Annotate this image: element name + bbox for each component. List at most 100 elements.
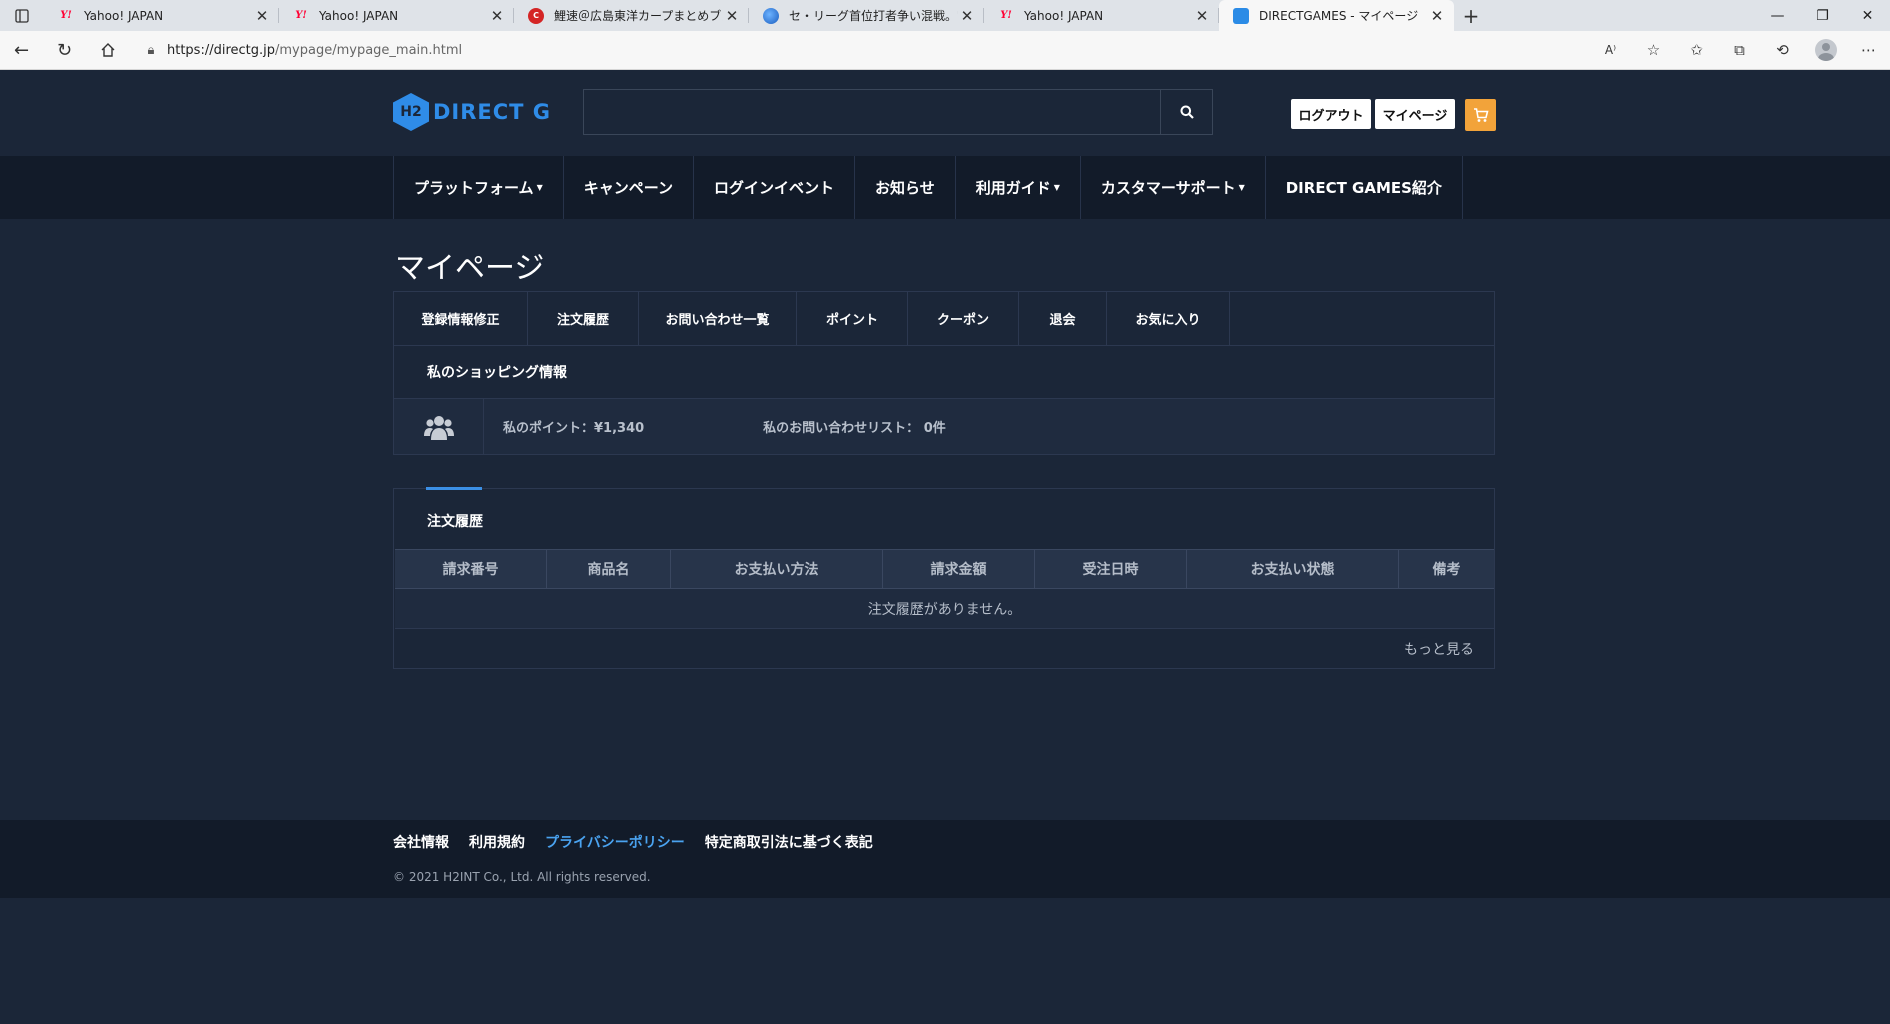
tab-favorites[interactable]: お気に入り: [1107, 292, 1230, 345]
main-nav: プラットフォーム ▼ キャンペーン ログインイベント お知らせ 利用ガイド ▼ カス…: [0, 156, 1890, 219]
footer-links: 会社情報 利用規約 プライバシーポリシー 特定商取引法に基づく表記: [393, 832, 893, 852]
nav-login-event[interactable]: ログインイベント: [692, 156, 854, 219]
nav-campaign[interactable]: キャンペーン: [562, 156, 693, 219]
tab-title: Yahoo! JAPAN: [84, 8, 164, 23]
browser-tab-bar: Y! Yahoo! JAPAN ✕ Y! Yahoo! JAPAN ✕ C 鯉速…: [0, 0, 1890, 31]
browser-tab-4[interactable]: セ・リーグ首位打者争い混戦。宮崎 ✕: [749, 0, 984, 31]
nav-guide[interactable]: 利用ガイド ▼: [954, 156, 1080, 219]
shopping-info-panel: 私のポイント：¥1,340 私のお問い合わせリスト： 0件: [393, 399, 1495, 455]
close-icon: ✕: [1861, 7, 1874, 24]
nav-label: お知らせ: [875, 179, 935, 197]
directgames-icon: [1233, 7, 1249, 24]
users-icon: [423, 415, 454, 440]
col-product-name: 商品名: [547, 550, 671, 588]
tab-inquiries[interactable]: お問い合わせ一覧: [639, 292, 797, 345]
avatar: [1814, 39, 1837, 61]
carp-icon: C: [528, 7, 544, 24]
new-tab-button[interactable]: +: [1454, 0, 1488, 31]
col-notes: 備考: [1432, 562, 1461, 578]
browser-tab-6-active[interactable]: DIRECTGAMES - マイページ ✕: [1219, 0, 1454, 31]
close-icon[interactable]: ✕: [488, 7, 506, 25]
tab-title: Yahoo! JAPAN: [1024, 8, 1104, 23]
search-box: [583, 89, 1213, 135]
search-input[interactable]: [584, 90, 1160, 134]
close-icon[interactable]: ✕: [1193, 7, 1211, 25]
home-button[interactable]: [86, 31, 129, 70]
more-menu-button[interactable]: ⋯: [1847, 31, 1890, 70]
tab-profile-edit[interactable]: 登録情報修正: [394, 292, 528, 345]
lock-icon: 🔒︎: [147, 42, 155, 58]
nav-support[interactable]: カスタマーサポート ▼: [1079, 156, 1265, 219]
col-invoice-number: 請求番号: [395, 550, 547, 588]
history-icon: ⟲: [1776, 41, 1789, 59]
nav-label: キャンペーン: [583, 179, 673, 197]
footer-link-privacy[interactable]: プライバシーポリシー: [545, 832, 685, 852]
footer-link-company[interactable]: 会社情報: [393, 832, 449, 852]
nav-label: 利用ガイド: [975, 179, 1051, 197]
minimize-button[interactable]: —: [1755, 0, 1800, 31]
tab-order-history[interactable]: 注文履歴: [528, 292, 639, 345]
more-row: もっと見る: [395, 629, 1494, 668]
site-logo[interactable]: H2 DIRECT G: [393, 93, 551, 131]
history-button[interactable]: ⟲: [1761, 31, 1804, 70]
nav-label: プラットフォーム: [414, 179, 534, 197]
logout-button[interactable]: ログアウト: [1291, 99, 1371, 129]
tab-points[interactable]: ポイント: [797, 292, 908, 345]
search-button[interactable]: [1160, 90, 1212, 134]
nav-platform[interactable]: プラットフォーム ▼: [393, 156, 563, 219]
footer-link-tokushoho[interactable]: 特定商取引法に基づく表記: [705, 832, 873, 852]
tab-actions-button[interactable]: [0, 0, 44, 31]
mypage-subtabs: 登録情報修正 注文履歴 お問い合わせ一覧 ポイント クーポン 退会 お気に入り: [393, 291, 1495, 346]
url-field[interactable]: 🔒︎ https://directg.jp/mypage/mypage_main…: [135, 35, 1535, 65]
restore-button[interactable]: ❐: [1800, 0, 1845, 31]
url-path: /mypage/mypage_main.html: [275, 42, 463, 58]
back-button[interactable]: ←: [0, 31, 43, 70]
close-icon[interactable]: ✕: [958, 7, 976, 25]
col-payment-method: お支払い方法: [671, 550, 883, 588]
nav-news[interactable]: お知らせ: [854, 156, 955, 219]
nav-label: カスタマーサポート: [1100, 179, 1236, 197]
globe-icon: [763, 7, 779, 24]
caret-down-icon: ▼: [1238, 183, 1245, 192]
refresh-icon: ↻: [56, 39, 73, 61]
tab-withdraw[interactable]: 退会: [1019, 292, 1107, 345]
more-icon: ⋯: [1861, 41, 1876, 59]
see-more-link[interactable]: もっと見る: [1404, 639, 1474, 659]
mypage-button[interactable]: マイページ: [1375, 99, 1455, 129]
logo-text: DIRECT G: [433, 100, 552, 124]
browser-tab-5[interactable]: Y! Yahoo! JAPAN ✕: [984, 0, 1219, 31]
collections-icon: ⧉: [1734, 41, 1745, 59]
read-aloud-button[interactable]: A⁾: [1589, 31, 1632, 70]
caret-down-icon: ▼: [536, 183, 543, 192]
col-invoice-amount: 請求金額: [883, 550, 1035, 588]
page-title: マイページ: [395, 251, 545, 286]
tab-title: Yahoo! JAPAN: [319, 8, 399, 23]
close-icon[interactable]: ✕: [1428, 7, 1446, 25]
nav-about[interactable]: DIRECT GAMES紹介: [1264, 156, 1463, 219]
empty-orders-message: 注文履歴がありません。: [395, 589, 1494, 629]
add-favorite-button[interactable]: ☆: [1632, 31, 1675, 70]
profile-button[interactable]: [1804, 31, 1847, 70]
close-icon[interactable]: ✕: [723, 7, 741, 25]
favorites-button[interactable]: ✩: [1675, 31, 1718, 70]
inquiries-count-text: 私のお問い合わせリスト： 0件: [763, 421, 946, 436]
tab-title: DIRECTGAMES - マイページ: [1259, 9, 1419, 23]
window-close-button[interactable]: ✕: [1845, 0, 1890, 31]
refresh-button[interactable]: ↻: [43, 31, 86, 70]
footer-link-terms[interactable]: 利用規約: [469, 832, 525, 852]
window-controls: — ❐ ✕: [1755, 0, 1890, 31]
tab-actions-icon: [15, 8, 29, 23]
browser-tab-1[interactable]: Y! Yahoo! JAPAN ✕: [44, 0, 279, 31]
site-header: H2 DIRECT G ログアウト マイページ: [0, 70, 1890, 156]
browser-address-bar: ← ↻ 🔒︎ https://directg.jp/mypage/mypage_…: [0, 31, 1890, 70]
shopping-info-title: 私のショッピング情報: [393, 345, 1495, 399]
cart-button[interactable]: [1465, 99, 1496, 131]
browser-tab-2[interactable]: Y! Yahoo! JAPAN ✕: [279, 0, 514, 31]
close-icon[interactable]: ✕: [253, 7, 271, 25]
site-footer: 会社情報 利用規約 プライバシーポリシー 特定商取引法に基づく表記 © 2021…: [0, 820, 1890, 898]
title-accent-bar: [426, 487, 482, 490]
yahoo-icon: Y!: [295, 10, 307, 21]
collections-button[interactable]: ⧉: [1718, 31, 1761, 70]
tab-coupons[interactable]: クーポン: [908, 292, 1019, 345]
browser-tab-3[interactable]: C 鯉速＠広島東洋カープまとめブログ ✕: [514, 0, 749, 31]
